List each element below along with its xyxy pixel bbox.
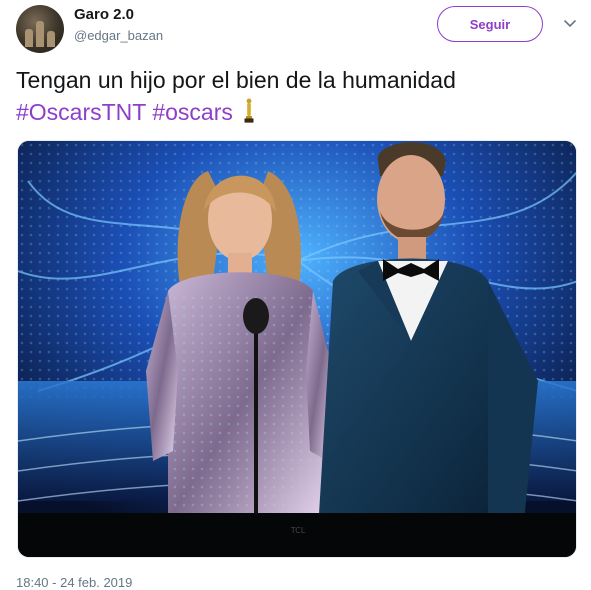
tweet-body: Tengan un hijo por el bien de la humanid… (16, 67, 456, 93)
photo-illustration: TCL (18, 141, 576, 557)
avatar-building-shape (25, 29, 33, 47)
tv-brand-mark: TCL (290, 526, 306, 535)
tweet-text: Tengan un hijo por el bien de la humanid… (16, 64, 576, 128)
follow-button[interactable]: Seguir (437, 6, 543, 42)
tweet-photo[interactable]: TCL (17, 140, 577, 558)
hashtag-link[interactable]: #oscars (152, 99, 233, 125)
avatar-building-shape (36, 21, 44, 47)
tweet-header: Garo 2.0 @edgar_bazan Seguir (16, 4, 578, 56)
avatar[interactable] (16, 5, 64, 53)
tweet-timestamp[interactable]: 18:40 - 24 feb. 2019 (16, 575, 132, 590)
avatar-building-shape (47, 31, 55, 47)
tweet-hashtags-line: #OscarsTNT #oscars (16, 96, 576, 128)
oscar-statuette-icon (242, 98, 256, 124)
chevron-down-icon[interactable] (562, 17, 578, 31)
display-name[interactable]: Garo 2.0 (74, 6, 134, 23)
hashtag-link[interactable]: #OscarsTNT (16, 99, 146, 125)
user-handle[interactable]: @edgar_bazan (74, 28, 163, 43)
